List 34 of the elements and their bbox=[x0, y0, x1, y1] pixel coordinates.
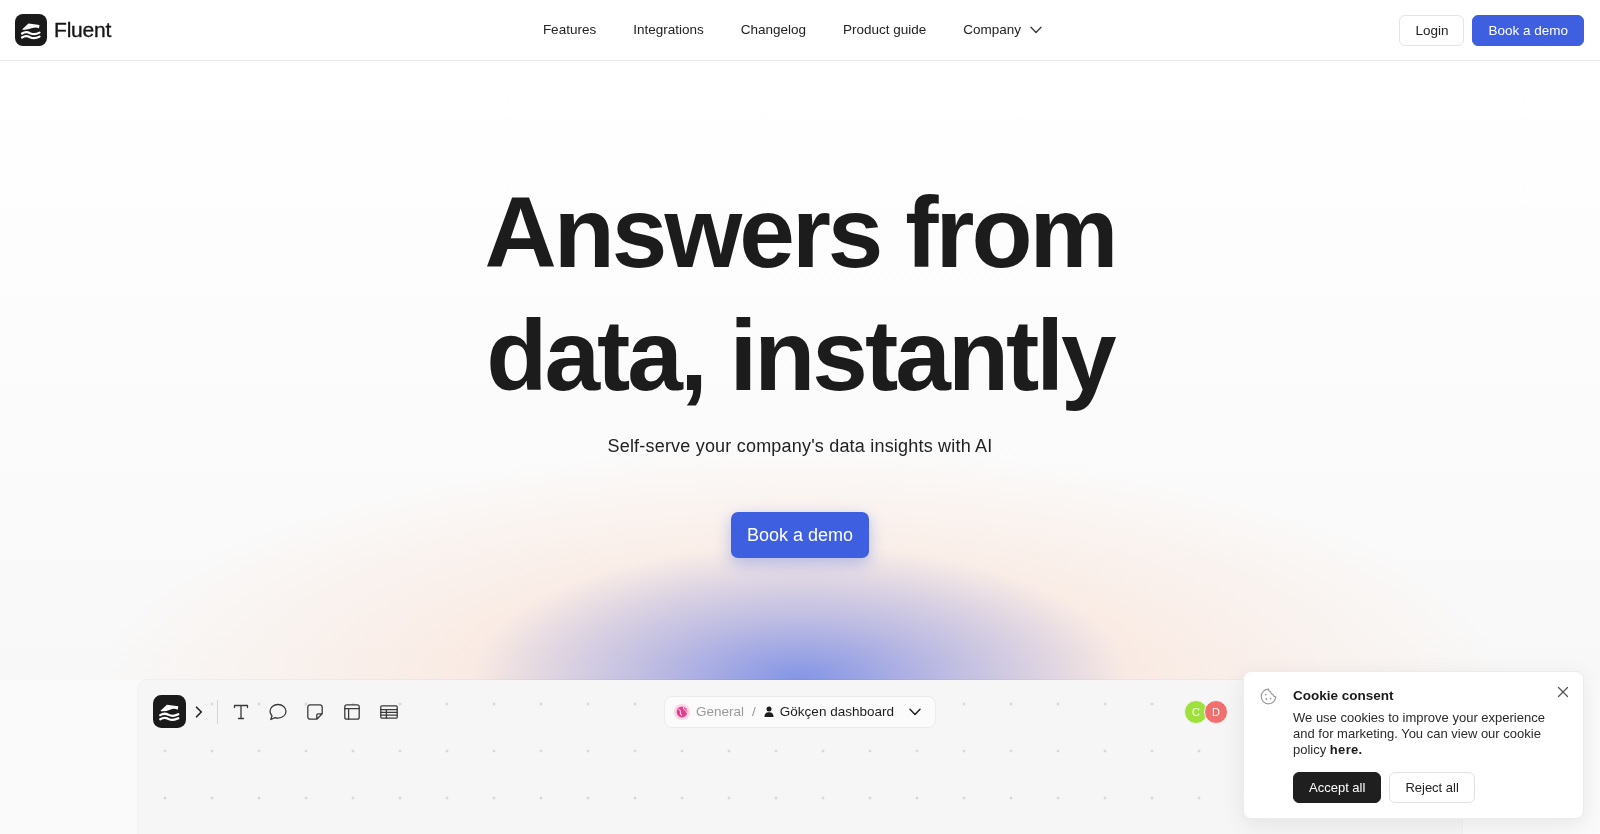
sticky-note-icon[interactable] bbox=[305, 701, 325, 722]
hero-title: Answers from data, instantly bbox=[483, 175, 1117, 413]
globe-icon bbox=[674, 703, 691, 720]
nav-link[interactable]: Integrations bbox=[633, 21, 704, 39]
hero-subtitle: Self-serve your company's data insights with AI bbox=[607, 435, 993, 458]
nav-link[interactable]: Product guide bbox=[843, 21, 927, 39]
close-icon[interactable] bbox=[1557, 686, 1569, 698]
chevron-down-icon bbox=[908, 707, 921, 716]
user-avatar: C bbox=[1184, 699, 1208, 724]
window-icon[interactable] bbox=[342, 701, 362, 722]
demo-button[interactable]: Book a demo bbox=[1472, 14, 1584, 46]
breadcrumb-selector[interactable]: General / Gökçen dashboard bbox=[664, 695, 936, 728]
speech-bubble-icon[interactable] bbox=[268, 701, 288, 722]
nav-dropdown[interactable]: Company bbox=[963, 21, 1043, 39]
logo-icon[interactable] bbox=[15, 14, 47, 46]
login-button[interactable]: Login bbox=[1399, 14, 1465, 46]
demo-button[interactable]: Book a demo bbox=[730, 512, 870, 558]
user-avatar: D bbox=[1204, 699, 1228, 724]
dashboard-name: Gökçen dashboard bbox=[779, 704, 894, 719]
accept-button[interactable]: Accept all bbox=[1293, 772, 1382, 803]
cookie-title: Cookie consent bbox=[1293, 687, 1395, 705]
brand-name: Fluent bbox=[54, 18, 112, 42]
chevron-down-icon bbox=[1030, 26, 1043, 34]
cookie-icon bbox=[1260, 688, 1277, 705]
nav-link[interactable]: Features bbox=[542, 21, 597, 39]
chevron-right-icon[interactable] bbox=[195, 705, 203, 718]
workspace-name: General bbox=[696, 704, 745, 719]
reject-button[interactable]: Reject all bbox=[1389, 772, 1475, 803]
cookie-text: We use cookies to improve your experience and for marketing. You can view our cookie policy here. bbox=[1293, 710, 1546, 758]
person-icon bbox=[763, 706, 774, 717]
cookie-policy-link[interactable]: here. bbox=[1329, 742, 1363, 757]
breadcrumb-separator: / bbox=[752, 704, 756, 719]
nav-link[interactable]: Changelog bbox=[740, 21, 806, 39]
logo-icon[interactable] bbox=[153, 695, 186, 728]
